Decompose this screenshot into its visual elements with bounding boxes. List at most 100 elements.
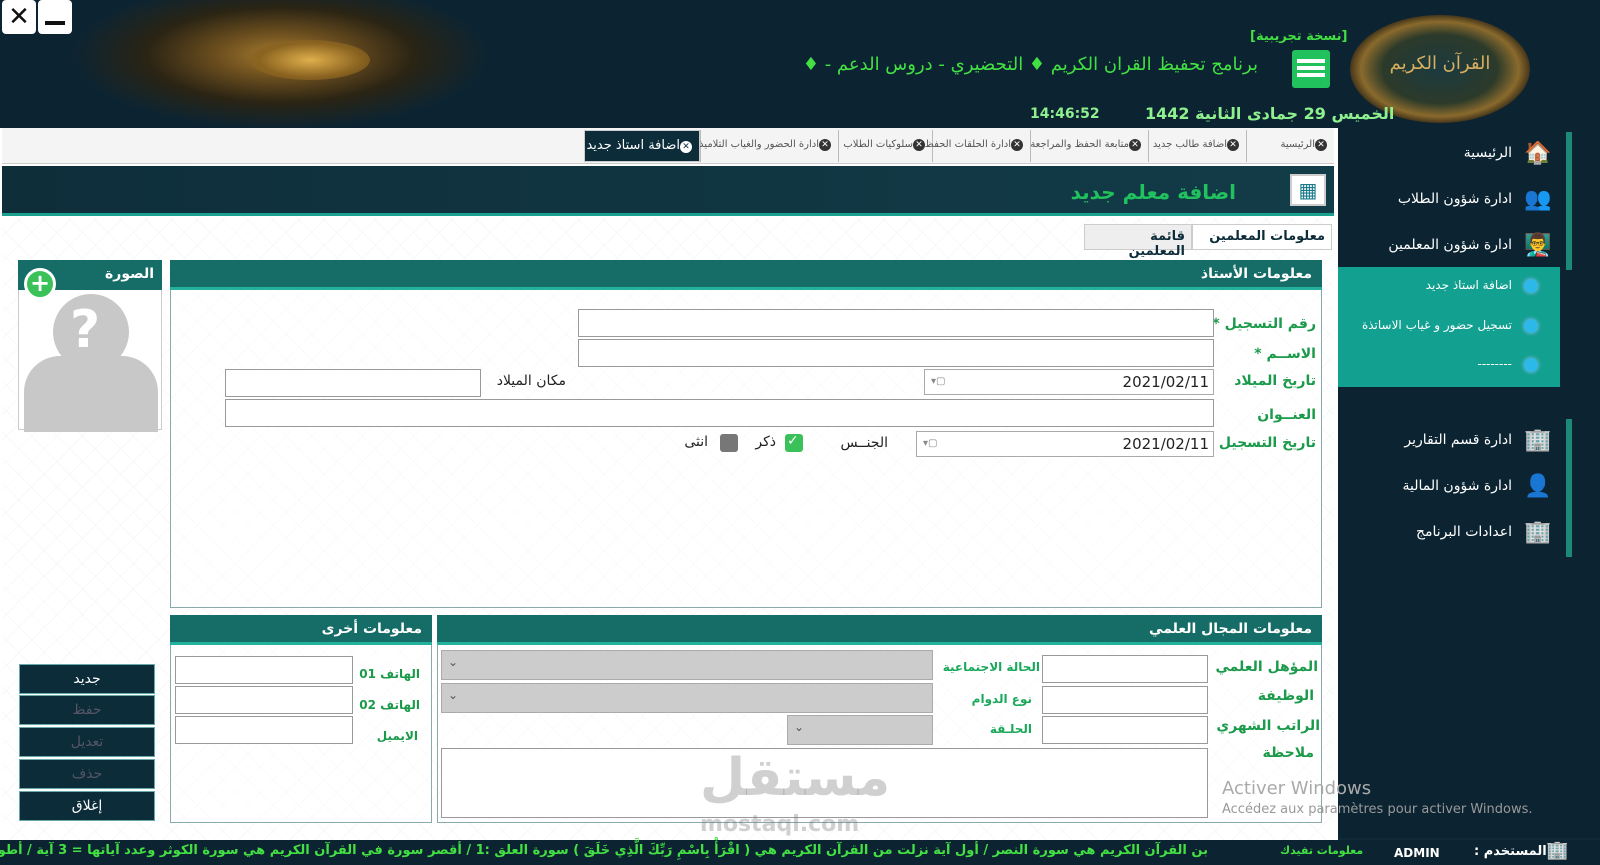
sidebar-item-label: الرئيسية [1463, 145, 1512, 161]
tab-add-teacher[interactable]: ✕اضافة استاذ جديد [584, 130, 700, 162]
sidebar-item-home[interactable]: 🏠 الرئيسية [1338, 132, 1572, 178]
chevron-down-icon: ⌄ [448, 688, 459, 702]
qualification-field[interactable] [1042, 655, 1208, 683]
job-field[interactable] [1042, 686, 1208, 714]
activate-windows-subtitle: Accédez aux paramètres pour activer Wind… [1222, 802, 1533, 817]
sidebar-item-label: ادارة شؤون المالية [1402, 478, 1512, 494]
students-icon: 👥 [1524, 187, 1552, 212]
birth-place-field[interactable] [225, 369, 481, 397]
male-label: ذكر [755, 434, 776, 450]
name-field[interactable] [578, 339, 1214, 367]
phone1-field[interactable] [175, 656, 353, 684]
info-label: معلومات تفيدك [1280, 844, 1364, 857]
close-icon[interactable]: ✕ [1129, 139, 1141, 151]
tab-teacher-list[interactable]: قائمة المعلمين [1084, 224, 1192, 259]
phone2-field[interactable] [175, 686, 353, 714]
submenu-item-label: تسجيل حضور و غياب الاساتذة [1361, 318, 1512, 332]
sidebar-item-reports[interactable]: 🏢 ادارة قسم التقارير [1338, 419, 1572, 465]
address-field[interactable] [225, 399, 1214, 427]
check-icon: ✓ [787, 433, 799, 449]
close-icon[interactable]: ✕ [1315, 139, 1327, 151]
avatar-body [24, 356, 158, 432]
tab-label: اضافة طالب جديد [1152, 139, 1227, 150]
submenu-item-add-teacher[interactable]: اضافة استاذ جديد [1338, 267, 1560, 305]
phone1-label: الهاتف 01 [359, 667, 420, 681]
menu-list-icon[interactable] [1292, 50, 1330, 88]
user-label: المستخدم : [1474, 844, 1547, 859]
tab-label: اضافة استاذ جديد [586, 138, 680, 153]
close-icon[interactable]: ✕ [819, 139, 831, 151]
hijri-date: الخميس 29 جمادى الثانية 1442 [1145, 104, 1395, 123]
address-label: العنــوان [1257, 407, 1316, 423]
close-window-button[interactable]: ✕ [2, 0, 36, 34]
tab-behavior[interactable]: ✕سلوكيات الطلاب [838, 130, 932, 162]
salary-field[interactable] [1042, 716, 1208, 744]
reg-number-field[interactable] [578, 309, 1214, 337]
close-icon[interactable]: ✕ [913, 139, 925, 151]
submenu-item-teacher-attendance[interactable]: تسجيل حضور و غياب الاساتذة [1338, 307, 1560, 345]
reports-icon: 🏢 [1524, 428, 1552, 453]
email-field[interactable] [175, 716, 353, 744]
marital-select[interactable]: ⌄ [441, 650, 933, 680]
edit-button[interactable]: تعديل [19, 727, 155, 757]
teachers-icon: 👨‍🏫 [1524, 233, 1552, 258]
name-label: الاســم * [1254, 346, 1316, 362]
delete-button[interactable]: حذف [19, 759, 155, 789]
female-checkbox[interactable] [720, 434, 738, 452]
job-label: الوظيفة [1257, 688, 1314, 704]
activate-windows-title: Activer Windows [1222, 778, 1372, 799]
whiteboard-icon: ▦ [1290, 174, 1326, 206]
minimize-window-button[interactable] [38, 0, 72, 34]
tab-label: الرئيسية [1280, 139, 1315, 150]
submenu-item-separator[interactable]: -------- [1338, 346, 1560, 384]
add-photo-button[interactable]: + [24, 268, 56, 300]
watermark-logo: مستقل [700, 748, 891, 808]
academic-heading: معلومات المجال العلمي [437, 615, 1322, 645]
calendar-icon[interactable]: ▾▢ [923, 438, 937, 449]
close-icon[interactable]: ✕ [680, 141, 692, 153]
halaqa-label: الحلـقة [989, 722, 1032, 736]
reg-date-picker[interactable]: ▾▢ 2021/02/11 [916, 431, 1214, 457]
tab-home[interactable]: ✕الرئيسية [1246, 130, 1334, 162]
sidebar-item-label: ادارة شؤون المعلمين [1388, 237, 1512, 253]
phone2-label: الهاتف 02 [359, 698, 420, 712]
tab-halaqat[interactable]: ✕ادارة الحلقات الحفظ [925, 130, 1030, 162]
close-icon[interactable]: ✕ [1011, 139, 1023, 151]
shift-label: نوع الدوام [971, 692, 1032, 706]
other-info-heading: معلومات أخرى [170, 615, 432, 645]
note-label: ملاحظة [1262, 745, 1314, 761]
header-ornament-center [250, 40, 370, 80]
close-button[interactable]: إغلاق [19, 791, 155, 821]
birth-date-picker[interactable]: ▾▢ 2021/02/11 [924, 369, 1214, 395]
birth-date-value: 2021/02/11 [1122, 373, 1209, 391]
finance-icon: 👤 [1524, 474, 1552, 499]
halaqa-select[interactable]: ⌄ [787, 715, 933, 745]
male-checkbox[interactable]: ✓ [785, 433, 803, 452]
save-button[interactable]: حفظ [19, 695, 155, 725]
teacher-info-heading: معلومات الأستاذ [170, 260, 1322, 290]
new-button[interactable]: جديد [19, 664, 155, 694]
tab-teacher-info[interactable]: معلومات المعلمين [1192, 224, 1332, 250]
tab-label: ادارة الحلقات الحفظ [924, 139, 1011, 150]
user-value: ADMIN [1394, 846, 1440, 860]
reg-date-label: تاريخ التسجيل [1218, 435, 1316, 451]
tab-memorization[interactable]: ✕متابعة الحفظ والمراجعة [1030, 130, 1148, 162]
tab-label: سلوكيات الطلاب [843, 139, 913, 150]
calendar-icon[interactable]: ▾▢ [931, 376, 945, 387]
birth-place-label: مكان الميلاد [496, 373, 566, 389]
watermark-domain: mostaql.com [700, 812, 860, 837]
close-icon[interactable]: ✕ [1227, 139, 1239, 151]
sidebar-item-finance[interactable]: 👤 ادارة شؤون المالية [1338, 465, 1572, 511]
sidebar: 🏠 الرئيسية 👥 ادارة شؤون الطلاب 👨‍🏫 ادارة… [1338, 128, 1600, 838]
sidebar-item-students[interactable]: 👥 ادارة شؤون الطلاب [1338, 178, 1572, 224]
tab-add-student[interactable]: ✕اضافة طالب جديد [1148, 130, 1246, 162]
bullet-icon [1524, 358, 1538, 372]
tab-attendance[interactable]: ✕ادارة الحضور والغياب التلاميذ [699, 130, 838, 162]
chevron-down-icon: ⌄ [448, 655, 459, 669]
sidebar-item-teachers[interactable]: 👨‍🏫 ادارة شؤون المعلمين [1338, 224, 1572, 270]
sidebar-item-settings[interactable]: 🏢 اعدادات البرنامج [1338, 511, 1572, 557]
question-mark-icon: ? [70, 300, 101, 360]
sidebar-item-label: ادارة قسم التقارير [1404, 432, 1512, 448]
shift-select[interactable]: ⌄ [441, 683, 933, 713]
submenu-item-label: اضافة استاذ جديد [1425, 278, 1512, 292]
